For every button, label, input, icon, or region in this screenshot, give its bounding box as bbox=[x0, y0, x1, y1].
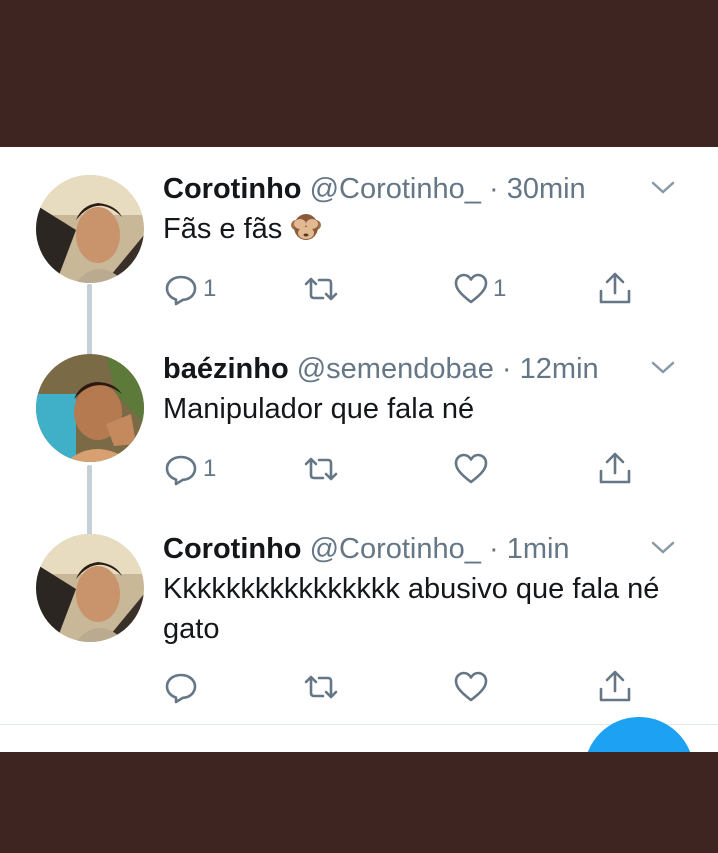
heart-icon bbox=[454, 671, 488, 702]
timestamp[interactable]: 1min bbox=[507, 533, 570, 565]
retweet-icon bbox=[304, 675, 338, 699]
retweet-button[interactable] bbox=[303, 449, 339, 489]
username[interactable]: @semendobae bbox=[297, 353, 494, 385]
retweet-icon bbox=[304, 277, 338, 301]
separator-dot: · bbox=[488, 173, 499, 205]
reply-icon bbox=[165, 673, 197, 704]
heart-icon bbox=[454, 273, 488, 304]
heart-icon bbox=[454, 453, 488, 484]
separator-dot: · bbox=[501, 353, 512, 385]
avatar[interactable] bbox=[36, 534, 144, 642]
like-button[interactable]: 1 bbox=[453, 269, 506, 309]
timestamp[interactable]: 30min bbox=[507, 173, 586, 205]
share-button[interactable] bbox=[597, 269, 633, 309]
display-name[interactable]: Corotinho bbox=[163, 533, 302, 565]
share-icon bbox=[599, 272, 631, 304]
chevron-down-icon[interactable] bbox=[648, 175, 678, 199]
retweet-button[interactable] bbox=[303, 667, 339, 707]
share-button[interactable] bbox=[597, 449, 633, 489]
tweet[interactable]: Corotinho @Corotinho_ · 1min Kkkkkkkkkkk… bbox=[0, 507, 718, 725]
username[interactable]: @Corotinho_ bbox=[310, 533, 481, 565]
tweet-thread: Corotinho @Corotinho_ · 30min Fãs e fãs bbox=[0, 147, 718, 752]
reply-button[interactable]: 1 bbox=[163, 269, 216, 309]
reply-count: 1 bbox=[203, 455, 217, 482]
reply-count: 1 bbox=[203, 275, 217, 302]
reply-button[interactable] bbox=[163, 667, 203, 707]
tweet[interactable]: baézinho @semendobae · 12min Manipulador… bbox=[0, 327, 718, 507]
see-no-evil-monkey-icon bbox=[291, 214, 322, 240]
share-button[interactable] bbox=[597, 667, 633, 707]
tweet-text: Fãs e fãs bbox=[163, 213, 283, 245]
share-icon bbox=[599, 670, 631, 702]
retweet-button[interactable] bbox=[303, 269, 339, 309]
username[interactable]: @Corotinho_ bbox=[310, 173, 481, 205]
chevron-down-icon[interactable] bbox=[648, 535, 678, 559]
like-button[interactable] bbox=[453, 449, 493, 489]
tweet-text: Kkkkkkkkkkkkkkkk abusivo que fala né gat… bbox=[163, 573, 660, 645]
tweet-text: Manipulador que fala né bbox=[163, 393, 475, 425]
reply-icon bbox=[165, 275, 197, 306]
tweet[interactable]: Corotinho @Corotinho_ · 30min Fãs e fãs bbox=[0, 147, 718, 327]
top-background bbox=[0, 0, 718, 147]
display-name[interactable]: baézinho bbox=[163, 353, 289, 385]
chevron-down-icon[interactable] bbox=[648, 355, 678, 379]
separator-dot: · bbox=[488, 533, 499, 565]
retweet-icon bbox=[304, 457, 338, 481]
reply-button[interactable]: 1 bbox=[163, 449, 216, 489]
share-icon bbox=[599, 452, 631, 484]
reply-icon bbox=[165, 455, 197, 486]
display-name[interactable]: Corotinho bbox=[163, 173, 302, 205]
avatar[interactable] bbox=[36, 175, 144, 283]
timestamp[interactable]: 12min bbox=[520, 353, 599, 385]
like-button[interactable] bbox=[453, 667, 493, 707]
avatar[interactable] bbox=[36, 354, 144, 462]
bottom-background bbox=[0, 752, 718, 853]
like-count: 1 bbox=[493, 275, 507, 302]
